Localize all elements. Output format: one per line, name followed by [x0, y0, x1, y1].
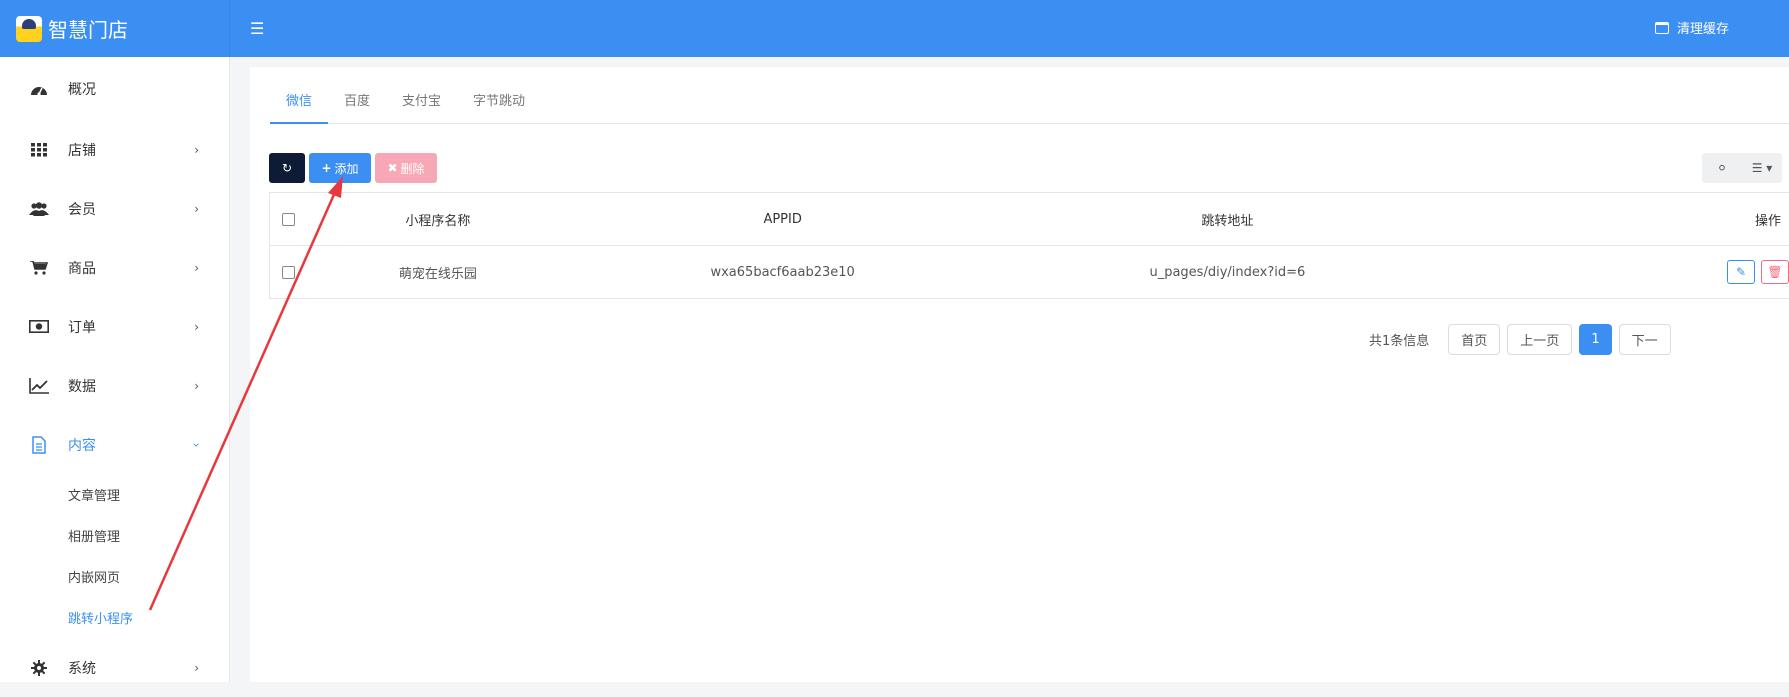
prev-page-button[interactable]: 上一页	[1507, 324, 1573, 355]
file-icon	[28, 435, 50, 454]
chevron-down-icon: ›	[189, 442, 204, 447]
brand-logo	[16, 15, 42, 42]
sidebar-item-system[interactable]: 系统 ›	[0, 638, 229, 697]
sidebar-item-overview[interactable]: 概况	[0, 57, 229, 120]
table-tools: ⚪ ☰ ▾	[1702, 153, 1782, 183]
dashboard-icon	[28, 82, 50, 96]
sidebar-item-content[interactable]: 内容 ›	[0, 415, 229, 474]
grid-icon	[28, 142, 50, 157]
miniprogram-table: 小程序名称 APPID 跳转地址 操作 萌宠在线乐园 wxa65bacf6aab…	[269, 192, 1789, 299]
select-all-checkbox[interactable]	[270, 212, 308, 226]
pagination: 共1条信息 首页 上一页 1 下一	[1369, 324, 1671, 355]
clear-cache-label: 清理缓存	[1676, 22, 1729, 37]
sidebar-subitem-miniprogram-jump[interactable]: 跳转小程序	[0, 597, 229, 638]
refresh-button[interactable]: ↻	[269, 153, 305, 183]
chevron-right-icon: ›	[194, 201, 199, 216]
next-page-button[interactable]: 下一	[1618, 324, 1671, 355]
cart-icon	[28, 260, 50, 275]
tab-wechat[interactable]: 微信	[270, 87, 329, 124]
refresh-icon: ↻	[281, 161, 293, 175]
gear-icon	[28, 659, 50, 676]
header-url: 跳转地址	[1201, 213, 1254, 229]
sidebar-item-shop[interactable]: 店铺 ›	[0, 120, 229, 179]
toggle-view-button[interactable]: ⚪	[1702, 153, 1742, 183]
first-page-button[interactable]: 首页	[1448, 324, 1501, 355]
line-chart-icon	[28, 377, 50, 394]
cell-url: u_pages/diy/index?id=6	[1149, 264, 1306, 280]
cell-name: 萌宠在线乐园	[398, 266, 477, 282]
sidebar-subitem-articles[interactable]: 文章管理	[0, 474, 229, 515]
pagination-info: 共1条信息	[1369, 334, 1430, 349]
edit-button[interactable]: ✎	[1727, 260, 1755, 284]
sidebar-item-label: 会员	[68, 201, 96, 218]
plus-icon: +	[321, 161, 332, 175]
tab-alipay[interactable]: 支付宝	[386, 87, 457, 124]
columns-dropdown-button[interactable]: ☰ ▾	[1742, 153, 1782, 183]
chevron-right-icon: ›	[194, 378, 199, 393]
clear-cache-button[interactable]: 清理缓存	[1654, 18, 1729, 37]
sidebar-subitem-embedded-pages[interactable]: 内嵌网页	[0, 556, 229, 597]
header-actions: 操作	[1754, 213, 1781, 229]
cell-appid: wxa65bacf6aab23e10	[710, 264, 855, 280]
toolbar: ↻ + 添加 ✖ 删除	[269, 153, 437, 183]
row-checkbox[interactable]	[270, 265, 308, 279]
main-panel: 微信 百度 支付宝 字节跳动 ↻ + 添加 ✖ 删除 ⚪ ☰ ▾ 小程序名称 A…	[250, 67, 1789, 682]
tab-baidu[interactable]: 百度	[328, 87, 386, 124]
close-icon: ✖	[387, 161, 398, 175]
sidebar-item-orders[interactable]: 订单 ›	[0, 297, 229, 356]
tab-bytedance[interactable]: 字节跳动	[457, 87, 541, 124]
list-icon: ☰ ▾	[1751, 161, 1773, 175]
sidebar-item-label: 系统	[68, 660, 96, 677]
users-icon	[28, 201, 50, 216]
cell-actions: ✎ 🗑	[1457, 260, 1789, 284]
sidebar-item-members[interactable]: 会员 ›	[0, 179, 229, 238]
sidebar-item-label: 数据	[68, 378, 96, 395]
sidebar-item-label: 店铺	[68, 142, 96, 159]
header-appid: APPID	[763, 211, 802, 227]
checkbox[interactable]	[282, 265, 296, 279]
chevron-right-icon: ›	[194, 260, 199, 275]
brand-title: 智慧门店	[48, 18, 128, 42]
delete-row-button[interactable]: 🗑	[1761, 260, 1789, 284]
page-1-button[interactable]: 1	[1579, 324, 1612, 355]
money-icon	[28, 320, 50, 333]
sidebar-item-data[interactable]: 数据 ›	[0, 356, 229, 415]
sidebar-item-label: 内容	[68, 437, 96, 454]
brand[interactable]: 智慧门店	[0, 0, 230, 57]
sidebar-item-label: 商品	[68, 260, 96, 277]
table-row: 萌宠在线乐园 wxa65bacf6aab23e10 u_pages/diy/in…	[270, 246, 1789, 299]
add-label: 添加	[334, 161, 359, 176]
chevron-right-icon: ›	[194, 142, 199, 157]
checkbox[interactable]	[282, 212, 296, 226]
header-name: 小程序名称	[405, 213, 471, 229]
sidebar-item-label: 订单	[68, 319, 96, 336]
top-header: 智慧门店 ☰ 清理缓存	[0, 0, 1789, 57]
menu-toggle-icon[interactable]: ☰	[250, 19, 264, 38]
sidebar-subitem-albums[interactable]: 相册管理	[0, 515, 229, 556]
table-header-row: 小程序名称 APPID 跳转地址 操作	[270, 193, 1789, 246]
sidebar-item-label: 概况	[68, 81, 96, 98]
basket-icon	[1654, 21, 1669, 34]
pencil-icon: ✎	[1735, 265, 1747, 279]
delete-button[interactable]: ✖ 删除	[375, 153, 437, 183]
add-button[interactable]: + 添加	[309, 153, 371, 183]
delete-label: 删除	[400, 161, 425, 176]
sidebar-item-products[interactable]: 商品 ›	[0, 238, 229, 297]
chevron-right-icon: ›	[194, 319, 199, 334]
trash-icon: 🗑	[1767, 265, 1783, 279]
platform-tabs: 微信 百度 支付宝 字节跳动	[270, 87, 1789, 124]
chevron-right-icon: ›	[194, 660, 199, 675]
toggle-icon: ⚪	[1716, 161, 1728, 175]
sidebar: 概况 店铺 › 会员 › 商品 › 订单 › 数据 › 内容 › 文章管理 相册…	[0, 57, 230, 682]
